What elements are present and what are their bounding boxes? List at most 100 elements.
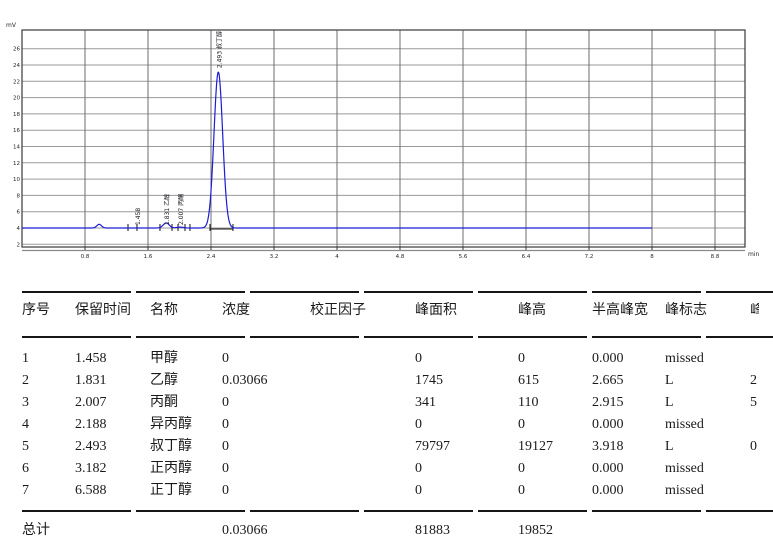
- column-header: 浓度: [222, 303, 250, 319]
- peak-label: 1.458: [135, 208, 142, 225]
- column-header: 峰标志: [665, 303, 707, 319]
- table-cell: 2.493: [75, 439, 107, 455]
- column-header: 峰高: [518, 303, 546, 319]
- x-tick-label: 4: [335, 254, 339, 260]
- table-cell: L: [665, 439, 674, 455]
- table-cell: 5: [22, 439, 29, 455]
- table-cell: 叔丁醇: [150, 439, 192, 455]
- chromatogram-plot: 26242220181614121086420.81.62.43.244.85.…: [0, 0, 773, 285]
- y-tick-label: 12: [13, 161, 20, 167]
- peak-results-table: 序号保留时间名称浓度校正因子峰面积峰高半高峰宽峰标志峰 11.458甲醇0000…: [0, 285, 773, 556]
- table-rule-total: [22, 510, 773, 512]
- table-cell: 0.000: [592, 461, 624, 477]
- table-cell: 4: [22, 417, 29, 433]
- peak-label: 2.007 丙酮: [178, 194, 185, 225]
- x-tick-label: 8: [650, 254, 654, 260]
- table-cell: 0: [222, 417, 229, 433]
- table-cell: 7: [22, 483, 29, 499]
- y-tick-label: 8: [17, 193, 21, 199]
- table-cell: 0: [222, 483, 229, 499]
- table-cell: 正丁醇: [150, 483, 192, 499]
- column-header: 峰: [750, 303, 759, 319]
- x-tick-label: 8.8: [711, 254, 720, 260]
- table-cell: 5: [750, 395, 759, 411]
- table-cell: 1: [22, 351, 29, 367]
- y-tick-label: 20: [13, 96, 20, 102]
- table-cell: 丙酮: [150, 395, 178, 411]
- x-tick-label: 2.4: [207, 254, 216, 260]
- table-cell: 乙醇: [150, 373, 178, 389]
- table-cell: missed: [665, 461, 704, 477]
- total-concentration: 0.03066: [222, 523, 268, 539]
- table-cell: 110: [518, 395, 538, 411]
- table-cell: 0: [415, 351, 422, 367]
- table-cell: 正丙醇: [150, 461, 192, 477]
- y-tick-label: 26: [13, 47, 20, 53]
- plot-border: [22, 30, 745, 247]
- table-cell: 6: [22, 461, 29, 477]
- table-cell: 异丙醇: [150, 417, 192, 433]
- x-tick-label: 7.2: [585, 254, 594, 260]
- table-cell: 2: [750, 373, 759, 389]
- y-tick-label: 16: [13, 128, 20, 134]
- x-tick-label: 3.2: [270, 254, 279, 260]
- table-cell: 0: [750, 439, 759, 455]
- table-cell: 0.000: [592, 351, 624, 367]
- peak-label: 1.831 乙醇: [163, 194, 171, 225]
- x-tick-label: 5.6: [459, 254, 468, 260]
- x-axis-unit-label: min: [748, 251, 759, 258]
- table-cell: missed: [665, 351, 704, 367]
- y-tick-label: 2: [17, 242, 21, 248]
- table-cell: 0.000: [592, 483, 624, 499]
- table-cell: missed: [665, 483, 704, 499]
- table-cell: 3.182: [75, 461, 107, 477]
- x-tick-label: 1.6: [144, 254, 153, 260]
- table-cell: 1.458: [75, 351, 107, 367]
- y-tick-label: 22: [13, 79, 20, 85]
- x-tick-label: 6.4: [522, 254, 531, 260]
- table-cell: L: [665, 395, 674, 411]
- table-cell: 0.03066: [222, 373, 268, 389]
- table-cell: 19127: [518, 439, 553, 455]
- table-cell: 0: [222, 395, 229, 411]
- column-header: 校正因子: [310, 303, 366, 319]
- table-rule-header: [22, 336, 773, 338]
- x-tick-label: 4.8: [396, 254, 405, 260]
- y-tick-label: 10: [13, 177, 20, 183]
- table-cell: 615: [518, 373, 539, 389]
- total-label: 总计: [22, 523, 50, 539]
- table-cell: 0.000: [592, 417, 624, 433]
- table-cell: 79797: [415, 439, 450, 455]
- table-rule-top: [22, 291, 773, 293]
- table-cell: 6.588: [75, 483, 107, 499]
- chromatography-report: mV 26242220181614121086420.81.62.43.244.…: [0, 0, 773, 556]
- column-header: 半高峰宽: [592, 303, 648, 319]
- table-cell: 0: [415, 417, 422, 433]
- table-cell: 0: [222, 351, 229, 367]
- table-cell: 2.665: [592, 373, 624, 389]
- column-header: 峰面积: [415, 303, 457, 319]
- table-cell: 0: [518, 483, 525, 499]
- table-cell: 3.918: [592, 439, 624, 455]
- total-height: 19852: [518, 523, 553, 539]
- table-cell: 2.188: [75, 417, 107, 433]
- table-cell: 0: [222, 439, 229, 455]
- table-cell: 341: [415, 395, 436, 411]
- total-area: 81883: [415, 523, 450, 539]
- y-tick-label: 4: [17, 226, 21, 232]
- table-cell: L: [665, 373, 674, 389]
- column-header: 保留时间: [75, 303, 131, 319]
- y-tick-label: 18: [13, 112, 20, 118]
- table-cell: 0: [415, 483, 422, 499]
- y-tick-label: 6: [17, 210, 21, 216]
- x-tick-label: 0.8: [81, 254, 90, 260]
- table-cell: 2.915: [592, 395, 624, 411]
- chromatogram-panel: mV 26242220181614121086420.81.62.43.244.…: [0, 0, 773, 285]
- peak-label: 2.493 叔丁醇: [215, 31, 223, 68]
- table-cell: 2.007: [75, 395, 107, 411]
- table-cell: 0: [518, 417, 525, 433]
- table-cell: 0: [518, 461, 525, 477]
- table-cell: 3: [22, 395, 29, 411]
- table-cell: 1745: [415, 373, 443, 389]
- y-tick-label: 14: [13, 145, 20, 151]
